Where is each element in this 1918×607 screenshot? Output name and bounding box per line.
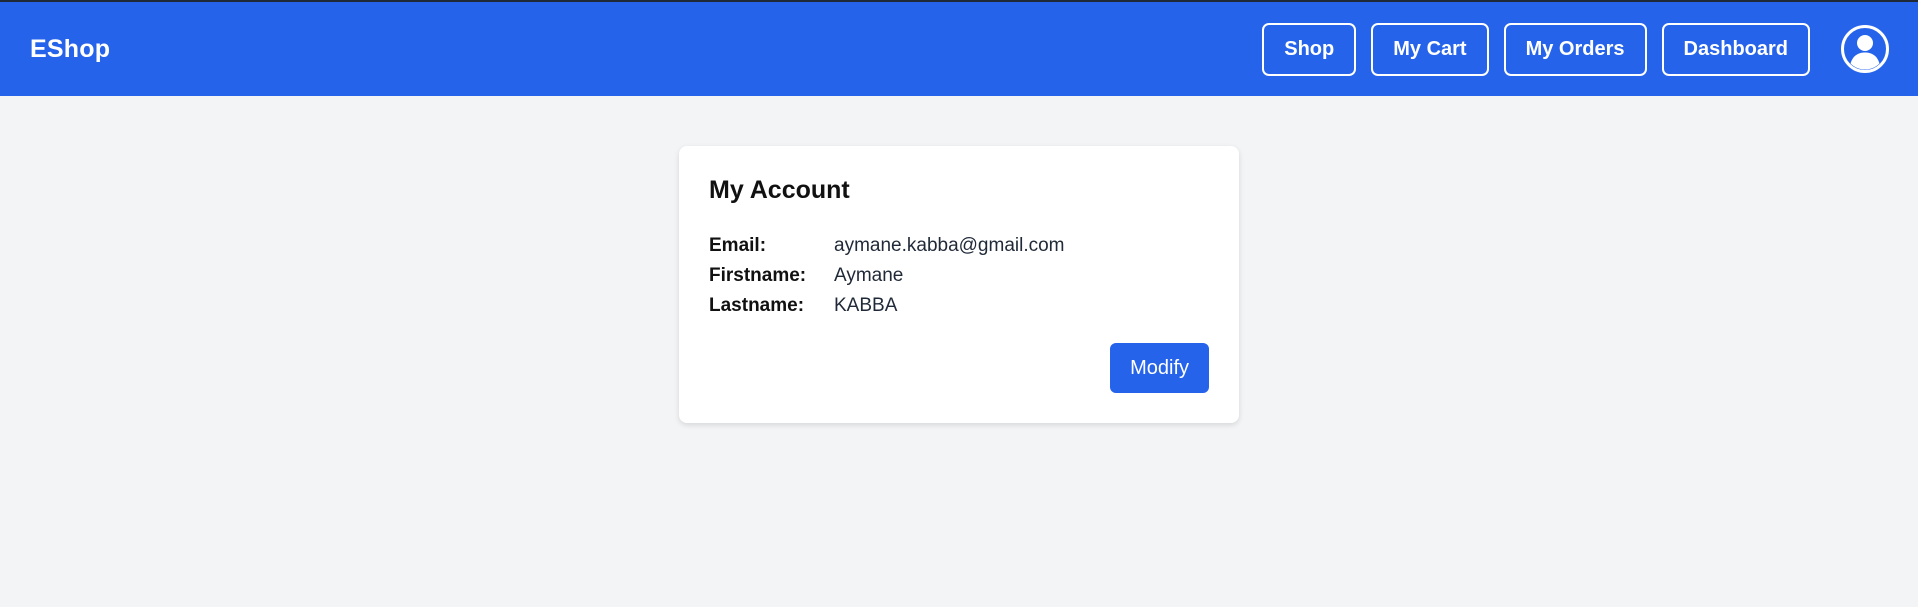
user-circle-icon[interactable] <box>1840 24 1890 74</box>
nav-menu: Shop My Cart My Orders Dashboard <box>1247 22 1890 76</box>
lastname-label: Lastname: <box>709 295 805 316</box>
nav-my-cart-button[interactable]: My Cart <box>1371 22 1489 76</box>
firstname-value: Aymane <box>834 265 904 286</box>
account-card: My Account Email: aymane.kabba@gmail.com… <box>679 146 1239 423</box>
firstname-label: Firstname: <box>709 265 807 286</box>
nav-shop-button[interactable]: Shop <box>1262 22 1357 76</box>
main-content: My Account Email: aymane.kabba@gmail.com… <box>0 96 1918 423</box>
lastname-value: KABBA <box>834 295 898 316</box>
modify-button[interactable]: Modify <box>1110 343 1209 393</box>
lastname-row: Lastname: KABBA <box>709 291 1209 321</box>
card-actions: Modify <box>709 343 1209 393</box>
email-value: aymane.kabba@gmail.com <box>834 235 1065 256</box>
firstname-row: Firstname: Aymane <box>709 261 1209 291</box>
account-title: My Account <box>709 176 850 204</box>
nav-my-orders-button[interactable]: My Orders <box>1503 22 1647 76</box>
nav-dashboard-button[interactable]: Dashboard <box>1661 22 1810 76</box>
brand-logo[interactable]: EShop <box>30 35 110 64</box>
email-label: Email: <box>709 235 767 256</box>
navbar: EShop Shop My Cart My Orders Dashboard <box>0 2 1918 96</box>
email-row: Email: aymane.kabba@gmail.com <box>709 231 1209 261</box>
